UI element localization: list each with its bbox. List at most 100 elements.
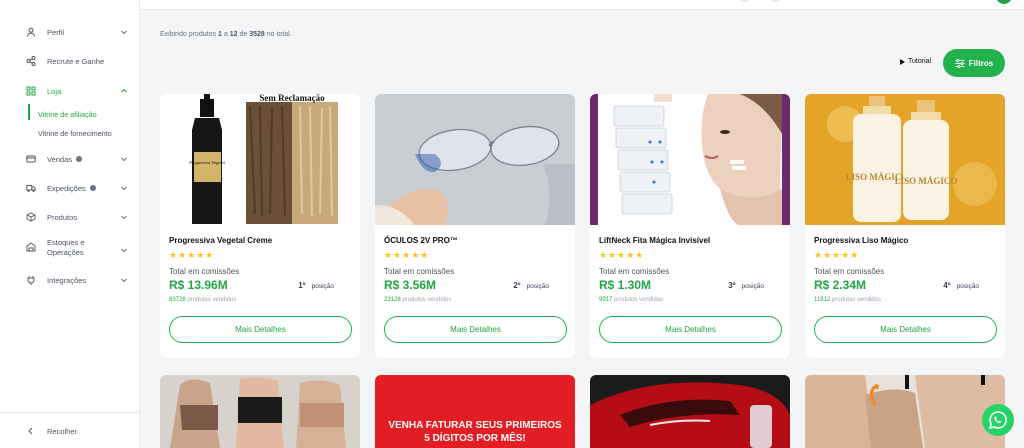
sold-label: produtos vendidos (187, 297, 237, 303)
product-image[interactable] (375, 94, 575, 225)
svg-text:Sem Reclamação: Sem Reclamação (259, 94, 325, 103)
sidebar-item-label: Expedições (47, 183, 86, 193)
rank: 1º posição (298, 281, 334, 290)
product-image[interactable] (590, 375, 790, 448)
promo-line1: VENHA FATURAR SEUS PRIMEIROS (388, 420, 562, 431)
product-image[interactable]: Sem Reclamação Progressiva Vegetal (160, 94, 360, 225)
product-card: ÓCULOS 2V PRO™ ★★★★★ Total em comissões … (375, 94, 575, 358)
product-image[interactable] (590, 94, 790, 225)
commission-label: Total em comissões (384, 267, 455, 276)
details-button[interactable]: Mais Detalhes (384, 316, 567, 343)
sidebar-item-label-line2: Operações (47, 248, 84, 257)
promo-banner[interactable]: VENHA FATURAR SEUS PRIMEIROS 5 DÍGITOS P… (375, 375, 575, 448)
tutorial-link[interactable]: Tutorial (900, 58, 931, 65)
range-from: 1 (218, 31, 222, 38)
info-icon (89, 185, 96, 191)
rank-label: posição (741, 283, 764, 290)
truck-icon (26, 183, 36, 193)
details-button[interactable]: Mais Detalhes (599, 316, 782, 343)
info-icon (76, 156, 83, 162)
rating-stars: ★★★★★ (814, 250, 860, 260)
chevron-down-icon (121, 186, 127, 191)
range-total: 3528 (249, 31, 265, 38)
svg-text:LISO MÁGICO: LISO MÁGICO (895, 176, 958, 186)
sliders-icon (955, 58, 965, 68)
sidebar-item-expedicoes[interactable]: Expedições (0, 177, 140, 199)
rating-stars: ★★★★★ (384, 250, 430, 260)
sold-count: 83728 produtos vendidos (169, 297, 236, 303)
plug-icon (26, 275, 36, 285)
box-icon (26, 212, 36, 222)
sidebar-item-perfil[interactable]: Perfil (0, 21, 140, 43)
sold-label: produtos vendidos (402, 297, 452, 303)
filters-button[interactable]: Filtros (943, 49, 1005, 77)
rank-label: posição (956, 283, 979, 290)
rank-number: 4º (943, 281, 951, 290)
chevron-down-icon (121, 215, 127, 220)
product-card: Sem Reclamação Progressiva Vegetal Progr… (160, 94, 360, 358)
sidebar-sub-vitrine-afiliacao[interactable]: Vitrine de afiliação (38, 110, 97, 119)
rank-number: 2º (513, 281, 521, 290)
commission-label: Total em comissões (814, 267, 885, 276)
collapse-sidebar-button[interactable]: Recolher (0, 420, 140, 442)
commission-amount: R$ 3.56M (384, 278, 437, 292)
sold-number: 83728 (169, 297, 186, 303)
product-name[interactable]: LiftNeck Fita Mágica Invisível (599, 236, 710, 245)
product-card: LiftNeck Fita Mágica Invisível ★★★★★ Tot… (590, 94, 790, 358)
chevron-left-icon (26, 426, 36, 436)
filters-label: Filtros (968, 58, 994, 68)
sold-count: 9917 produtos vendidos (599, 297, 663, 303)
product-name[interactable]: Progressiva Vegetal Creme (169, 236, 272, 245)
commission-amount: R$ 13.96M (169, 278, 228, 292)
chevron-down-icon (121, 157, 127, 162)
commission-label: Total em comissões (169, 267, 240, 276)
sidebar-divider (0, 412, 140, 413)
product-image[interactable] (160, 375, 360, 448)
details-button[interactable]: Mais Detalhes (814, 316, 997, 343)
commission-amount: R$ 1.30M (599, 278, 652, 292)
sidebar-item-label: Produtos (47, 212, 78, 222)
sold-count: 23128 produtos vendidos (384, 297, 451, 303)
sidebar-item-label-line1: Estoques e (47, 238, 85, 247)
product-image[interactable]: LISO MÁGICO LISO MÁGICO (805, 94, 1005, 225)
whatsapp-button[interactable] (982, 404, 1014, 436)
promo-line2: 5 DÍGITOS POR MÊS! (424, 433, 526, 444)
commission-label: Total em comissões (599, 267, 670, 276)
range-to: 12 (229, 31, 238, 38)
product-name[interactable]: ÓCULOS 2V PRO™ (384, 236, 458, 245)
sidebar-item-integracoes[interactable]: Integrações (0, 269, 140, 291)
sidebar-item-produtos[interactable]: Produtos (0, 206, 140, 228)
sidebar-item-label: Perfil (47, 27, 65, 37)
sold-number: 11812 (814, 297, 831, 303)
sold-label: produtos vendidos (831, 297, 881, 303)
sidebar-item-estoques[interactable]: Estoques e Operações (0, 238, 140, 262)
grid-icon (26, 86, 36, 96)
card-icon (26, 154, 36, 164)
collapse-label: Recolher (47, 426, 78, 436)
chevron-down-icon (121, 248, 127, 253)
rank-number: 3º (728, 281, 736, 290)
product-name[interactable]: Progressiva Liso Mágico (814, 236, 908, 245)
sidebar-sub-vitrine-fornecimento[interactable]: Vitrine de fornecimento (38, 129, 112, 138)
user-icon (26, 27, 36, 37)
rating-stars: ★★★★★ (169, 250, 215, 260)
rank-label: posição (526, 283, 549, 290)
details-button[interactable]: Mais Detalhes (169, 316, 352, 343)
sold-number: 23128 (384, 297, 401, 303)
sidebar-item-loja[interactable]: Loja (0, 80, 140, 102)
whatsapp-icon (988, 411, 1007, 430)
commission-amount: R$ 2.34M (814, 278, 867, 292)
sidebar-item-label: Estoques e Operações (47, 238, 85, 258)
sidebar-item-recrute[interactable]: Recrute e Ganhe (0, 50, 140, 72)
tutorial-label: Tutorial (908, 58, 932, 65)
product-image[interactable] (805, 375, 1005, 448)
svg-text:Progressiva Vegetal: Progressiva Vegetal (189, 160, 225, 165)
warehouse-icon (26, 242, 36, 252)
rating-stars: ★★★★★ (599, 250, 645, 260)
results-summary: Exibindo produtos 1 a 12 de 3528 no tota… (160, 31, 292, 38)
sidebar-item-label: Recrute e Ganhe (47, 56, 105, 66)
rank: 2º posição (513, 281, 549, 290)
sidebar-item-vendas[interactable]: Vendas (0, 148, 140, 170)
rank: 4º posição (943, 281, 979, 290)
range-mid: a (223, 31, 228, 38)
